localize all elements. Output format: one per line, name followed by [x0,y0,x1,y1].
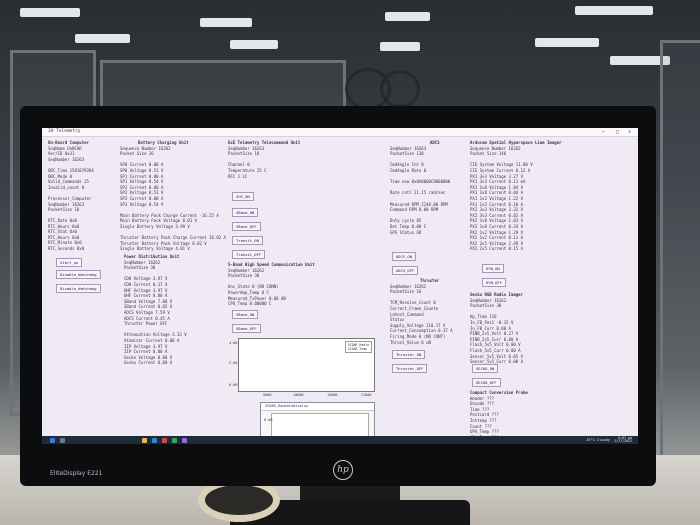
ttc-line: RFC 1 LC [228,173,248,179]
raw-data-window-title: SCDAR_RawDataDisplay [261,403,374,411]
ttc-panel: ExE Telemetry Telecommand Unit SeqNumber… [228,140,348,179]
sband-on-button[interactable]: SBand_ON [232,208,259,217]
gecko-on-button[interactable]: GECKO_ON [472,364,499,373]
hp-logo: hp [333,460,353,480]
adcs-on-button[interactable]: ADCS_ON [392,252,417,261]
x-tick-label: 5000 [263,393,272,397]
x-tick-label: 15000 [327,393,338,397]
y-tick-label: 2.00 [229,361,238,365]
plot-legend: SCDAR_Radio SCDAR_Temp [344,341,372,353]
ceiling-light [380,42,420,51]
adcs-off-button[interactable]: ADCS_OFF [392,266,419,275]
file-explorer-icon[interactable] [142,437,147,443]
transit-on-button[interactable]: Transit_ON [232,236,263,245]
thruster-on-button[interactable]: Thruster_ON [392,350,426,359]
app-icon[interactable] [172,437,177,443]
ceiling-light [535,38,599,47]
search-icon[interactable] [60,437,65,443]
shf-on-button[interactable]: SHF_ON [232,192,254,201]
y-tick-label: 4.00 [229,341,238,345]
obc-panel: On-Board Computer SeqName OnBCAR Ver/ID … [48,140,126,213]
cable-coil [380,70,420,108]
sband-on-button-2[interactable]: SBand_ON [232,310,259,319]
power-panel: Power Distribution Unit SeqNumber 16262 … [124,254,224,366]
disable-watchdog-button[interactable]: Disable_Watchdog [56,270,101,279]
monitor-screen: 3U Telemetry — □ ✕ On-Board Computer Seq… [42,128,638,444]
window-title: 3U Telemetry [48,129,81,134]
app-icon[interactable] [162,437,167,443]
start-up-button[interactable]: Start_up [56,258,83,267]
clock-date: 2/17/2022 [614,439,632,444]
browser-icon[interactable] [152,437,157,443]
rtc-panel: RTC_Date 0x0 RTC_Hours 0x0 RTC_Stat 0x0 … [48,218,126,252]
ceiling-light [575,6,653,15]
transit-off-button[interactable]: Transit_OFF [232,250,266,259]
x-tick-label: 21000 [361,393,372,397]
taskbar-clock[interactable]: 8:01 pm 2/17/2022 [614,436,632,444]
compact-probe-panel: Compact Conversion Probe Header ??? Unco… [470,390,580,440]
app-icon[interactable] [182,437,187,443]
telemetry-plot: 4.00 2.00 0.00 5000 10000 15000 21000 SC… [229,338,375,397]
sband-off-button-2[interactable]: SBand_OFF [232,324,261,333]
sband-line: CPU_Temp 0.00000 C [228,301,272,307]
gecko-panel: Gecko RGB Radio Imager SeqNumber 16262 P… [470,292,580,365]
ceiling-light [200,18,252,27]
ceiling-light [20,8,80,17]
imager-panel: Arducam Spatial Hyperspace Lime Imager S… [470,140,580,252]
legend-entry: SCDAR_Temp [347,347,368,351]
hyn-off-button[interactable]: HYN_OFF [482,278,507,287]
sband-off-button[interactable]: SBand_OFF [232,222,261,231]
close-button[interactable]: ✕ [628,129,631,135]
power-line: Gecko Current 0.00 A [124,360,173,366]
imager-line: PX2 2v5 Current 0.15 A [470,246,523,252]
y-tick-label: 0.00 [264,418,273,422]
obc-line: PacketSize 18 [48,207,80,213]
x-tick-label: 10000 [293,393,304,397]
window-titlebar: 3U Telemetry — □ ✕ [42,128,638,137]
battery-line: Thruster Battery Pack Charge Current 16.… [120,235,226,241]
window-frame [660,40,700,466]
rtc-line: RTC_Seconds 0x0 [48,245,85,251]
battery-panel: Battery Charging Unit Sequence Number 16… [120,140,226,252]
maximize-button[interactable]: □ [616,129,619,135]
monitor-model-label: EliteDisplay E221 [50,470,103,477]
thruster-off-button[interactable]: Thruster_OFF [392,364,428,373]
sband-comm-panel: S-Band High Speed Communication Unit Seq… [228,262,348,307]
disable-watchdog-button-2[interactable]: Disable_Watchdog [56,284,101,293]
ceiling-light [385,12,430,21]
minimize-button[interactable]: — [602,129,605,135]
taskbar: 25°C Cloudy 8:01 pm 2/17/2022 [42,436,638,444]
battery-line: Single Battery Voltage 4.01 V [120,246,190,252]
hyn-on-button[interactable]: HYN_ON [482,264,504,273]
gecko-off-button[interactable]: GECKO_OFF [472,378,501,387]
y-tick-label: 0.00 [229,383,238,387]
ceiling-light [75,34,130,43]
weather-widget[interactable]: 25°C Cloudy [586,438,610,442]
start-icon[interactable] [50,437,55,443]
ceiling-light [230,40,278,49]
